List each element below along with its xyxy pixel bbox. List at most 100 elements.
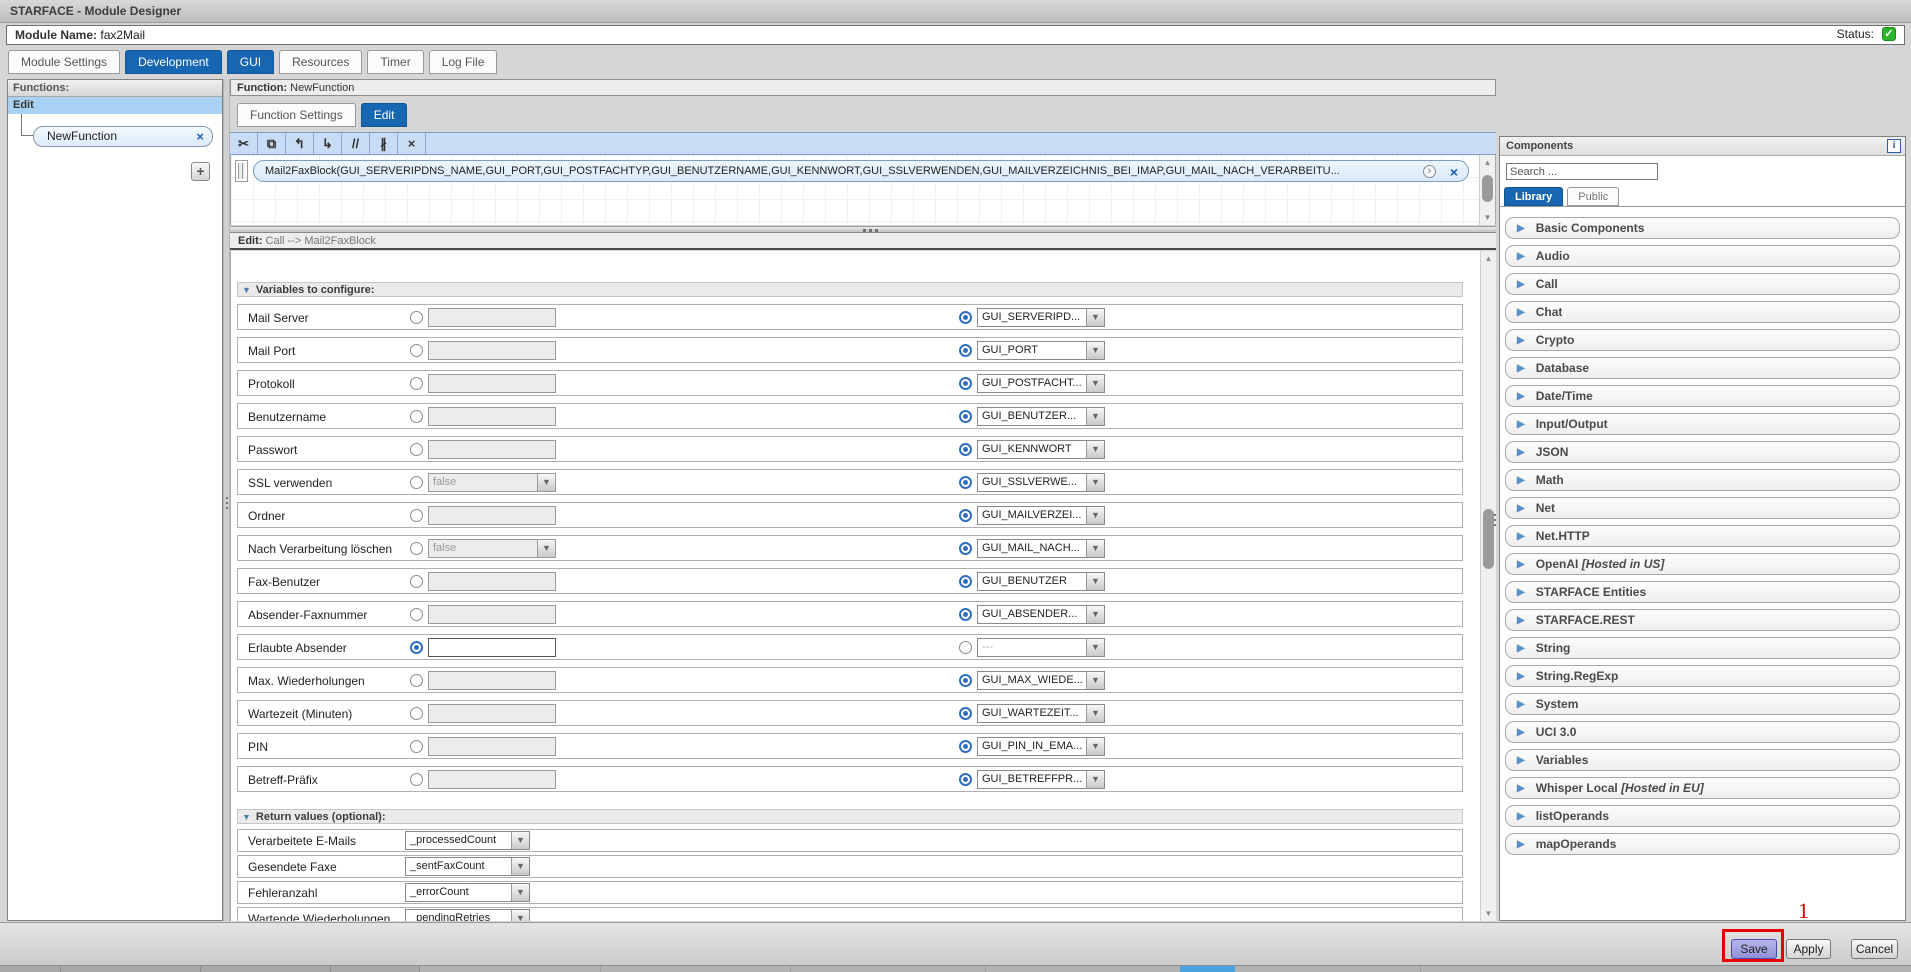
expand-triangle-icon[interactable]: ▶	[1517, 335, 1525, 346]
dropdown-arrow-icon[interactable]: ▼	[1086, 573, 1104, 590]
editor-scrollbar[interactable]: ▲ ▼	[1479, 155, 1495, 225]
scrollbar-thumb[interactable]	[1482, 175, 1493, 202]
scrollbar-thumb[interactable]	[1483, 509, 1494, 569]
component-category[interactable]: ▶ STARFACE Entities	[1505, 581, 1900, 603]
manual-value-field[interactable]: ▼	[428, 341, 556, 360]
module-tab[interactable]: Timer	[367, 50, 423, 74]
manual-value-radio[interactable]	[410, 509, 423, 522]
expand-triangle-icon[interactable]: ▶	[1517, 307, 1525, 318]
component-category[interactable]: ▶ STARFACE.REST	[1505, 609, 1900, 631]
component-category[interactable]: ▶ listOperands	[1505, 805, 1900, 827]
apply-button[interactable]: Apply	[1786, 939, 1831, 959]
expand-triangle-icon[interactable]: ▶	[1517, 615, 1525, 626]
expand-triangle-icon[interactable]: ▶	[1517, 783, 1525, 794]
manual-value-field[interactable]: ▼	[428, 407, 556, 426]
component-category[interactable]: ▶ Call	[1505, 273, 1900, 295]
manual-value-radio[interactable]	[410, 344, 423, 357]
return-variable-select[interactable]: _processedCount ▼	[405, 831, 530, 850]
gui-variable-radio[interactable]	[959, 311, 972, 324]
form-scrollbar[interactable]: ▲ ▼	[1480, 251, 1496, 921]
component-category[interactable]: ▶ Math	[1505, 469, 1900, 491]
gui-variable-radio[interactable]	[959, 410, 972, 423]
gui-variable-select[interactable]: GUI_BETREFFPR... ▼	[977, 770, 1105, 789]
return-variable-select[interactable]: _sentFaxCount ▼	[405, 857, 530, 876]
dropdown-arrow-icon[interactable]: ▼	[1086, 342, 1104, 359]
comment-icon[interactable]: //	[342, 133, 370, 154]
manual-value-radio[interactable]	[410, 740, 423, 753]
horizontal-splitter[interactable]	[230, 226, 1496, 233]
component-category[interactable]: ▶ Crypto	[1505, 329, 1900, 351]
manual-value-field[interactable]: false ▼	[428, 473, 556, 492]
expand-triangle-icon[interactable]: ▶	[1517, 699, 1525, 710]
component-category[interactable]: ▶ Variables	[1505, 749, 1900, 771]
gui-variable-radio[interactable]	[959, 707, 972, 720]
dropdown-arrow-icon[interactable]: ▼	[1086, 606, 1104, 623]
variables-section-header[interactable]: ▼Variables to configure:	[237, 282, 1463, 297]
gui-variable-select[interactable]: GUI_BENUTZER ▼	[977, 572, 1105, 591]
module-tab[interactable]: Development	[125, 50, 222, 74]
dropdown-arrow-icon[interactable]: ▼	[1086, 540, 1104, 557]
gui-variable-select[interactable]: GUI_PORT ▼	[977, 341, 1105, 360]
manual-value-radio[interactable]	[410, 608, 423, 621]
manual-value-field[interactable]: ▼	[428, 638, 556, 657]
manual-value-radio[interactable]	[410, 707, 423, 720]
gui-variable-radio[interactable]	[959, 608, 972, 621]
expand-triangle-icon[interactable]: ▶	[1517, 475, 1525, 486]
module-tab[interactable]: Resources	[279, 50, 362, 74]
gui-variable-radio[interactable]	[959, 443, 972, 456]
component-category[interactable]: ▶ Audio	[1505, 245, 1900, 267]
module-tab[interactable]: Module Settings	[8, 50, 120, 74]
gui-variable-select[interactable]: GUI_ABSENDER... ▼	[977, 605, 1105, 624]
functions-group-edit[interactable]: Edit	[8, 97, 222, 114]
expand-triangle-icon[interactable]: ▶	[1517, 503, 1525, 514]
dropdown-arrow-icon[interactable]: ▼	[1086, 441, 1104, 458]
manual-value-field[interactable]: false ▼	[428, 539, 556, 558]
dropdown-arrow-icon[interactable]: ▼	[1086, 771, 1104, 788]
status-checkbox[interactable]: ✓	[1882, 27, 1896, 41]
manual-value-field[interactable]: ▼	[428, 506, 556, 525]
paste-after-icon[interactable]: ↳	[314, 133, 342, 154]
dropdown-arrow-icon[interactable]: ▼	[511, 858, 529, 875]
components-search-input[interactable]	[1506, 163, 1658, 180]
return-variable-select[interactable]: _pendingRetries ▼	[405, 909, 530, 921]
component-category[interactable]: ▶ Basic Components	[1505, 217, 1900, 239]
code-block-mail2faxblock[interactable]: Mail2FaxBlock(GUI_SERVERIPDNS_NAME,GUI_P…	[253, 160, 1469, 182]
module-tab[interactable]: Log File	[429, 50, 498, 74]
component-category[interactable]: ▶ Chat	[1505, 301, 1900, 323]
manual-value-radio[interactable]	[410, 641, 423, 654]
component-category[interactable]: ▶ UCI 3.0	[1505, 721, 1900, 743]
component-category[interactable]: ▶ JSON	[1505, 441, 1900, 463]
gui-variable-select[interactable]: GUI_BENUTZER... ▼	[977, 407, 1105, 426]
scroll-up-icon[interactable]: ▲	[1481, 252, 1496, 265]
expand-triangle-icon[interactable]: ▶	[1517, 279, 1525, 290]
component-category[interactable]: ▶ mapOperands	[1505, 833, 1900, 855]
manual-value-field[interactable]: ▼	[428, 704, 556, 723]
gui-variable-select[interactable]: GUI_SERVERIPD... ▼	[977, 308, 1105, 327]
dropdown-arrow-icon[interactable]: ▼	[1086, 309, 1104, 326]
expand-triangle-icon[interactable]: ▶	[1517, 643, 1525, 654]
manual-value-radio[interactable]	[410, 542, 423, 555]
gui-variable-select[interactable]: GUI_PIN_IN_EMA... ▼	[977, 737, 1105, 756]
module-tab[interactable]: GUI	[227, 50, 274, 74]
gui-variable-select[interactable]: GUI_MAILVERZEI... ▼	[977, 506, 1105, 525]
manual-value-radio[interactable]	[410, 377, 423, 390]
block-drag-handle-icon[interactable]	[235, 160, 248, 182]
dropdown-arrow-icon[interactable]: ▼	[537, 540, 555, 557]
component-category[interactable]: ▶ String.RegExp	[1505, 665, 1900, 687]
expand-triangle-icon[interactable]: ▶	[1517, 531, 1525, 542]
manual-value-field[interactable]: ▼	[428, 770, 556, 789]
dropdown-arrow-icon[interactable]: ▼	[1086, 375, 1104, 392]
scroll-down-icon[interactable]: ▼	[1480, 211, 1495, 224]
manual-value-field[interactable]: ▼	[428, 440, 556, 459]
manual-value-field[interactable]: ▼	[428, 605, 556, 624]
component-category[interactable]: ▶ String	[1505, 637, 1900, 659]
manual-value-radio[interactable]	[410, 575, 423, 588]
gui-variable-radio[interactable]	[959, 740, 972, 753]
manual-value-field[interactable]: ▼	[428, 374, 556, 393]
dropdown-arrow-icon[interactable]: ▼	[1086, 738, 1104, 755]
function-node-newfunction[interactable]: × NewFunction	[33, 126, 213, 147]
function-tab[interactable]: Edit	[361, 103, 408, 127]
delete-block-icon[interactable]: ×	[1450, 162, 1458, 182]
gui-variable-select[interactable]: GUI_WARTEZEIT... ▼	[977, 704, 1105, 723]
manual-value-radio[interactable]	[410, 311, 423, 324]
